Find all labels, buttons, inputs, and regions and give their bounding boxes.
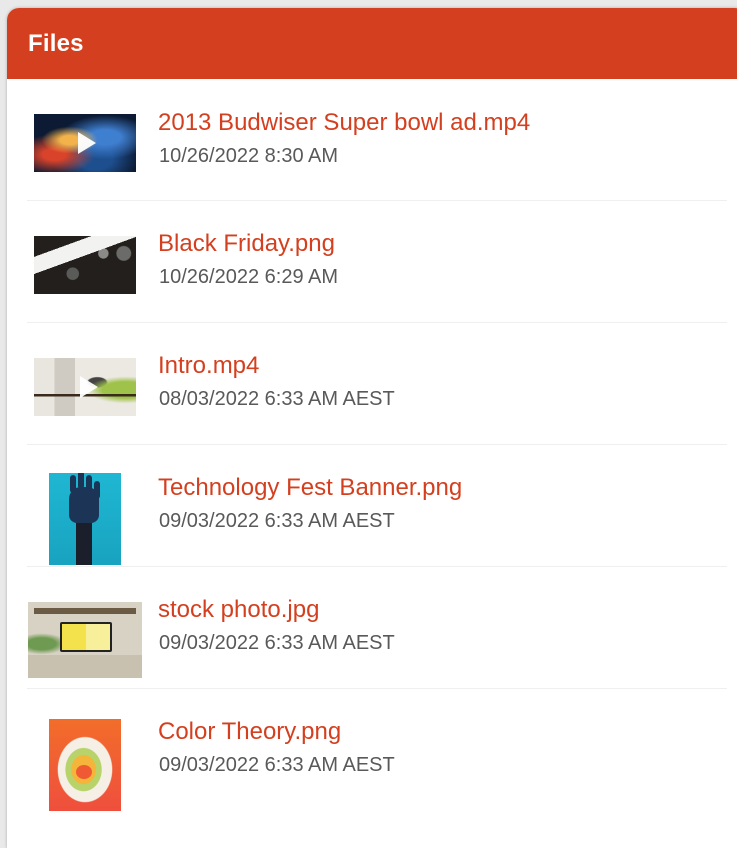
file-item[interactable]: Intro.mp4 08/03/2022 6:33 AM AEST: [7, 323, 737, 445]
file-date: 08/03/2022 6:33 AM AEST: [159, 388, 395, 410]
play-icon: [78, 132, 96, 154]
file-date: 09/03/2022 6:33 AM AEST: [159, 632, 395, 654]
file-date: 09/03/2022 6:33 AM AEST: [159, 510, 395, 532]
file-date: 10/26/2022 8:30 AM: [159, 145, 339, 167]
file-item[interactable]: Technology Fest Banner.png 09/03/2022 6:…: [7, 445, 737, 567]
file-item[interactable]: stock photo.jpg 09/03/2022 6:33 AM AEST: [7, 567, 737, 689]
file-name-link[interactable]: Color Theory.png: [158, 718, 341, 746]
file-item[interactable]: 2013 Budwiser Super bowl ad.mp4 10/26/20…: [7, 79, 737, 201]
video-thumbnail[interactable]: [34, 358, 136, 416]
image-thumbnail[interactable]: [49, 719, 121, 811]
file-list: 2013 Budwiser Super bowl ad.mp4 10/26/20…: [7, 79, 737, 811]
file-name-link[interactable]: Technology Fest Banner.png: [158, 474, 462, 502]
video-thumbnail[interactable]: [34, 114, 136, 172]
image-thumbnail[interactable]: [28, 602, 142, 678]
file-date: 09/03/2022 6:33 AM AEST: [159, 754, 395, 776]
files-panel: Files 2013 Budwiser Super bowl ad.mp4 10…: [7, 8, 737, 848]
file-name-link[interactable]: Black Friday.png: [158, 230, 335, 258]
files-header: Files: [7, 8, 737, 79]
file-date: 10/26/2022 6:29 AM: [159, 266, 339, 288]
image-thumbnail[interactable]: [49, 473, 121, 565]
file-name-link[interactable]: 2013 Budwiser Super bowl ad.mp4: [158, 109, 530, 137]
panel-title: Files: [28, 29, 84, 57]
file-name-link[interactable]: Intro.mp4: [158, 352, 259, 380]
file-item[interactable]: Color Theory.png 09/03/2022 6:33 AM AEST: [7, 689, 737, 811]
image-thumbnail[interactable]: [34, 236, 136, 294]
file-name-link[interactable]: stock photo.jpg: [158, 596, 319, 624]
play-icon: [80, 376, 98, 398]
file-item[interactable]: Black Friday.png 10/26/2022 6:29 AM: [7, 201, 737, 323]
